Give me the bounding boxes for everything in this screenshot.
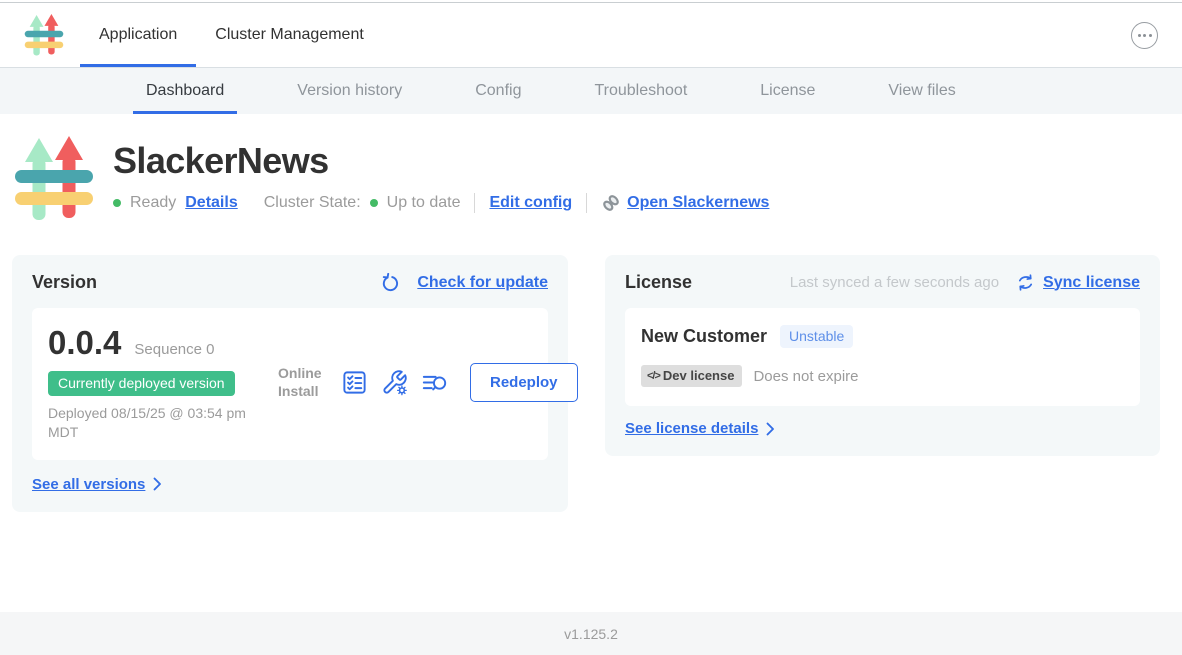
customer-name: New Customer bbox=[641, 326, 767, 347]
cluster-state-dot bbox=[370, 199, 378, 207]
app-level-tabs: Application Cluster Management bbox=[80, 3, 383, 67]
sync-license-label: Sync license bbox=[1043, 274, 1140, 292]
cluster-state-label: Cluster State: bbox=[264, 194, 361, 212]
check-for-update-label: Check for update bbox=[417, 274, 548, 292]
license-type-badge: </> Dev license bbox=[641, 365, 742, 387]
slackernews-logo-icon bbox=[24, 12, 64, 59]
current-version-panel: 0.0.4 Sequence 0 Currently deployed vers… bbox=[32, 308, 548, 460]
version-card-title: Version bbox=[32, 272, 97, 293]
app-status-row: Ready Details Cluster State: Up to date … bbox=[113, 193, 769, 213]
view-logs-icon[interactable] bbox=[421, 369, 448, 396]
license-type-label: Dev license bbox=[663, 368, 735, 383]
dashboard-cards: Version Check for update bbox=[0, 227, 1182, 512]
app-header-section: SlackerNews Ready Details Cluster State:… bbox=[0, 114, 1182, 227]
last-synced-text: Last synced a few seconds ago bbox=[790, 274, 999, 291]
check-for-update-link[interactable]: Check for update bbox=[381, 273, 548, 292]
admin-console-page: Application Cluster Management Dashboard… bbox=[0, 0, 1182, 655]
top-nav: Application Cluster Management bbox=[0, 3, 1182, 67]
console-version-text: v1.125.2 bbox=[564, 626, 618, 642]
tab-application-label: Application bbox=[99, 26, 177, 44]
expiration-text: Does not expire bbox=[753, 368, 858, 385]
subnav-item-license[interactable]: License bbox=[747, 68, 828, 114]
deployed-status-badge: Currently deployed version bbox=[48, 371, 235, 396]
open-app-link-label: Open Slackernews bbox=[627, 194, 769, 212]
details-link[interactable]: Details bbox=[185, 194, 237, 212]
deployed-timestamp: Deployed 08/15/25 @ 03:54 pm MDT bbox=[48, 404, 260, 442]
divider bbox=[474, 193, 475, 213]
chain-link-icon bbox=[601, 193, 621, 213]
main-content: SlackerNews Ready Details Cluster State:… bbox=[0, 114, 1182, 612]
ellipsis-icon bbox=[1138, 34, 1141, 37]
version-card: Version Check for update bbox=[12, 255, 568, 512]
install-type-label: Online Install bbox=[278, 365, 328, 400]
open-app-link[interactable]: Open Slackernews bbox=[601, 193, 769, 213]
redeploy-button[interactable]: Redeploy bbox=[470, 363, 578, 402]
cluster-state-value: Up to date bbox=[387, 194, 461, 212]
see-all-versions-link[interactable]: See all versions bbox=[32, 476, 162, 493]
version-number: 0.0.4 bbox=[48, 324, 121, 362]
subnav-item-config[interactable]: Config bbox=[462, 68, 534, 114]
subnav-item-version-history[interactable]: Version history bbox=[284, 68, 415, 114]
see-all-versions-label: See all versions bbox=[32, 476, 145, 493]
tab-application[interactable]: Application bbox=[80, 3, 196, 67]
tab-cluster-management-label: Cluster Management bbox=[215, 26, 364, 44]
config-wrench-icon[interactable] bbox=[381, 369, 408, 396]
see-license-details-label: See license details bbox=[625, 420, 758, 437]
app-status-dot bbox=[113, 199, 121, 207]
chevron-right-icon bbox=[153, 477, 162, 491]
chevron-right-icon bbox=[766, 422, 775, 436]
sync-license-link[interactable]: Sync license bbox=[1016, 273, 1140, 292]
page-title: SlackerNews bbox=[113, 140, 769, 182]
subnav-item-view-files[interactable]: View files bbox=[875, 68, 968, 114]
dashboard-subnav: Dashboard Version history Config Trouble… bbox=[0, 67, 1182, 114]
refresh-icon bbox=[381, 273, 400, 292]
more-menu-button[interactable] bbox=[1131, 22, 1158, 49]
sync-arrows-icon bbox=[1016, 273, 1035, 292]
code-icon: </> bbox=[647, 370, 660, 382]
see-license-details-link[interactable]: See license details bbox=[625, 420, 775, 437]
tab-cluster-management[interactable]: Cluster Management bbox=[196, 3, 383, 67]
license-card-title: License bbox=[625, 272, 692, 293]
footer: v1.125.2 bbox=[0, 612, 1182, 655]
sequence-label: Sequence 0 bbox=[134, 341, 214, 358]
license-card: License Last synced a few seconds ago bbox=[605, 255, 1160, 456]
channel-badge: Unstable bbox=[780, 325, 853, 348]
preflight-checks-icon[interactable] bbox=[341, 369, 368, 396]
subnav-item-troubleshoot[interactable]: Troubleshoot bbox=[581, 68, 700, 114]
slackernews-logo-large-icon bbox=[14, 132, 94, 227]
subnav-item-dashboard[interactable]: Dashboard bbox=[133, 68, 237, 114]
divider bbox=[586, 193, 587, 213]
license-details-panel: New Customer Unstable </> Dev license Do… bbox=[625, 308, 1140, 406]
app-status-text: Ready bbox=[130, 194, 176, 212]
edit-config-link[interactable]: Edit config bbox=[489, 194, 572, 212]
